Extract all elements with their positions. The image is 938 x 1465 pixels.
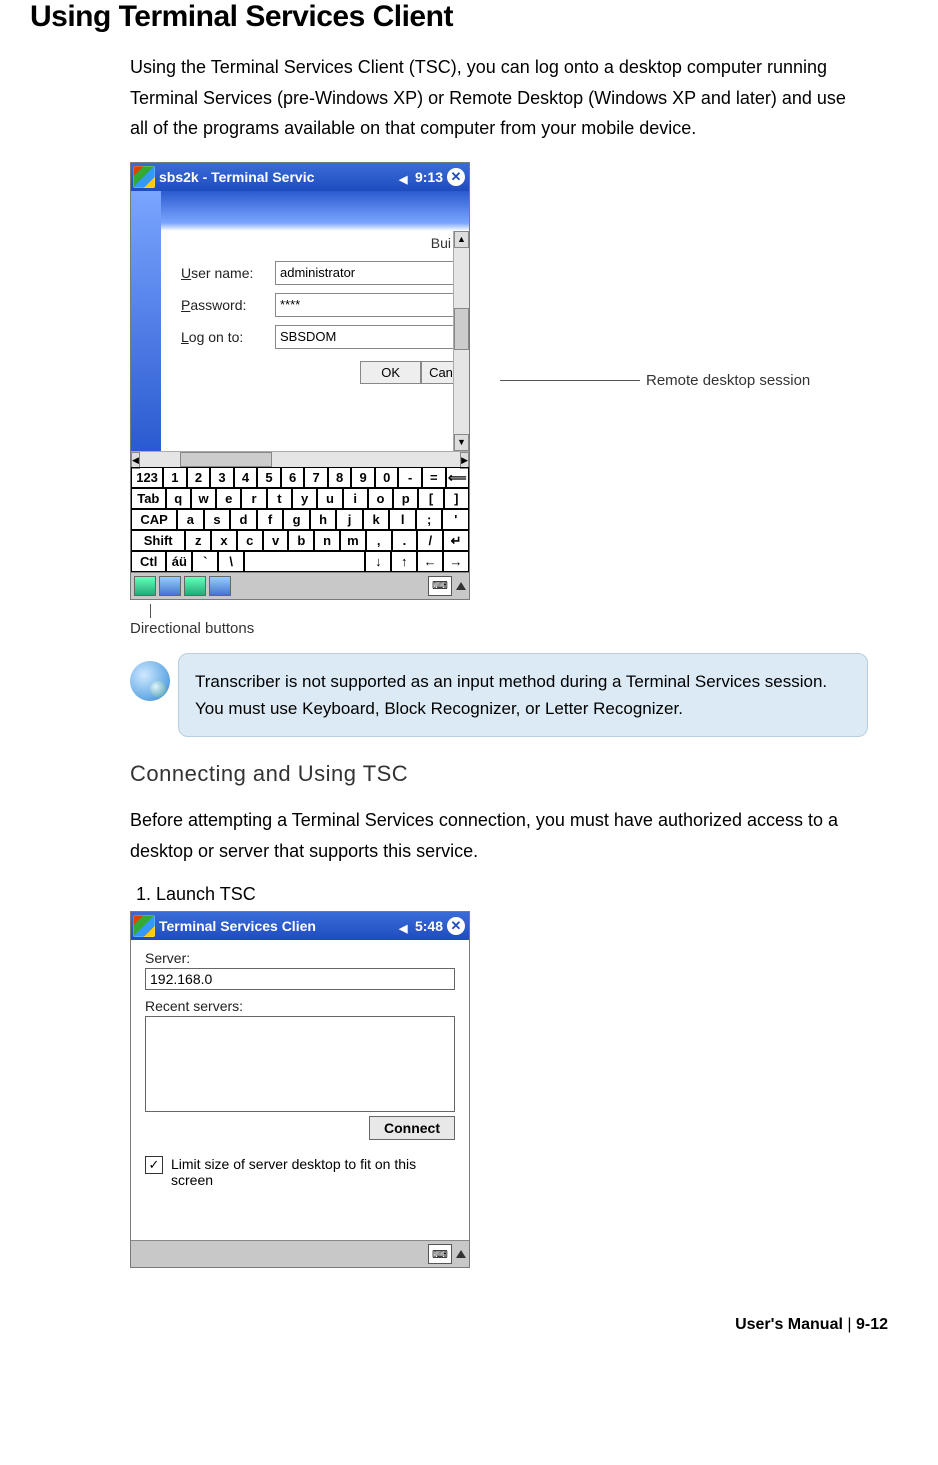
- volume-icon-2: [399, 919, 413, 933]
- step-1: Launch TSC: [156, 884, 908, 905]
- callout-directional: Directional buttons: [130, 604, 908, 637]
- taskbar-1: ⌨: [131, 572, 469, 599]
- limit-size-label: Limit size of server desktop to fit on t…: [171, 1156, 455, 1188]
- footer-sep: |: [847, 1316, 856, 1333]
- directional-button-4[interactable]: [209, 576, 231, 596]
- partial-text-bui: Bui: [431, 235, 451, 251]
- on-screen-keyboard[interactable]: 1231234567890-=⟸ Tabqwertyuiop[] CAPasdf…: [131, 467, 469, 572]
- page-footer: User's Manual | 9-12: [30, 1298, 908, 1338]
- password-label: Password:: [181, 297, 275, 313]
- horizontal-scrollbar[interactable]: ◀ ▶: [131, 451, 469, 467]
- server-label: Server:: [145, 950, 455, 966]
- recent-label: Recent servers:: [145, 998, 455, 1014]
- sub-intro: Before attempting a Terminal Services co…: [130, 805, 868, 866]
- close-icon: ✕: [447, 168, 465, 186]
- clock-2: 5:48: [415, 918, 443, 934]
- server-input[interactable]: [145, 968, 455, 990]
- logon-label: Log on to:: [181, 329, 275, 345]
- scroll-up-icon[interactable]: ▲: [454, 231, 469, 248]
- screenshot-tsc-client: Terminal Services Clien 5:48 ✕ Server: R…: [130, 911, 470, 1268]
- volume-icon: [399, 170, 413, 184]
- titlebar-2: Terminal Services Clien 5:48 ✕: [131, 912, 469, 940]
- close-icon-2: ✕: [447, 917, 465, 935]
- titlebar-1: sbs2k - Terminal Servic 9:13 ✕: [131, 163, 469, 191]
- note-box: Transcriber is not supported as an input…: [130, 653, 868, 737]
- directional-button-2[interactable]: [159, 576, 181, 596]
- sip-arrow-icon[interactable]: [456, 582, 466, 590]
- start-flag-icon-2: [133, 915, 155, 937]
- start-flag-icon: [133, 166, 155, 188]
- title-text-1: sbs2k - Terminal Servic: [159, 169, 314, 185]
- recent-servers-list[interactable]: [145, 1016, 455, 1112]
- session-area: Bui User name: Password: Log on to:: [131, 191, 469, 451]
- info-icon: [130, 661, 170, 701]
- logon-input[interactable]: [275, 325, 461, 349]
- callout-remote: Remote desktop session: [500, 372, 810, 389]
- connect-button[interactable]: Connect: [369, 1116, 455, 1140]
- taskbar-2: ⌨: [131, 1240, 469, 1267]
- intro-paragraph: Using the Terminal Services Client (TSC)…: [130, 52, 868, 144]
- ok-button[interactable]: OK: [360, 361, 421, 384]
- keyboard-toggle-icon[interactable]: ⌨: [428, 576, 452, 596]
- sip-arrow-icon-2[interactable]: [456, 1250, 466, 1258]
- footer-manual: User's Manual: [735, 1316, 843, 1333]
- callout-directional-label: Directional buttons: [130, 620, 254, 637]
- callout-remote-label: Remote desktop session: [646, 372, 810, 389]
- checked-checkbox-icon[interactable]: ✓: [145, 1156, 163, 1174]
- steps-list: Launch TSC: [130, 884, 908, 905]
- directional-button-1[interactable]: [134, 576, 156, 596]
- password-input[interactable]: [275, 293, 461, 317]
- scroll-down-icon[interactable]: ▼: [454, 434, 469, 451]
- directional-button-3[interactable]: [184, 576, 206, 596]
- username-label: User name:: [181, 265, 275, 281]
- limit-size-checkbox-row[interactable]: ✓ Limit size of server desktop to fit on…: [145, 1156, 455, 1188]
- username-input[interactable]: [275, 261, 461, 285]
- sub-heading: Connecting and Using TSC: [130, 761, 908, 787]
- page-heading: Using Terminal Services Client: [30, 0, 908, 34]
- vertical-scrollbar[interactable]: ▲ ▼: [453, 231, 469, 451]
- note-text: Transcriber is not supported as an input…: [178, 653, 868, 737]
- clock-1: 9:13: [415, 169, 443, 185]
- screenshot-remote-session: sbs2k - Terminal Servic 9:13 ✕ Bui User …: [130, 162, 470, 600]
- footer-page: 9-12: [856, 1316, 888, 1333]
- keyboard-toggle-icon-2[interactable]: ⌨: [428, 1244, 452, 1264]
- title-text-2: Terminal Services Clien: [159, 918, 316, 934]
